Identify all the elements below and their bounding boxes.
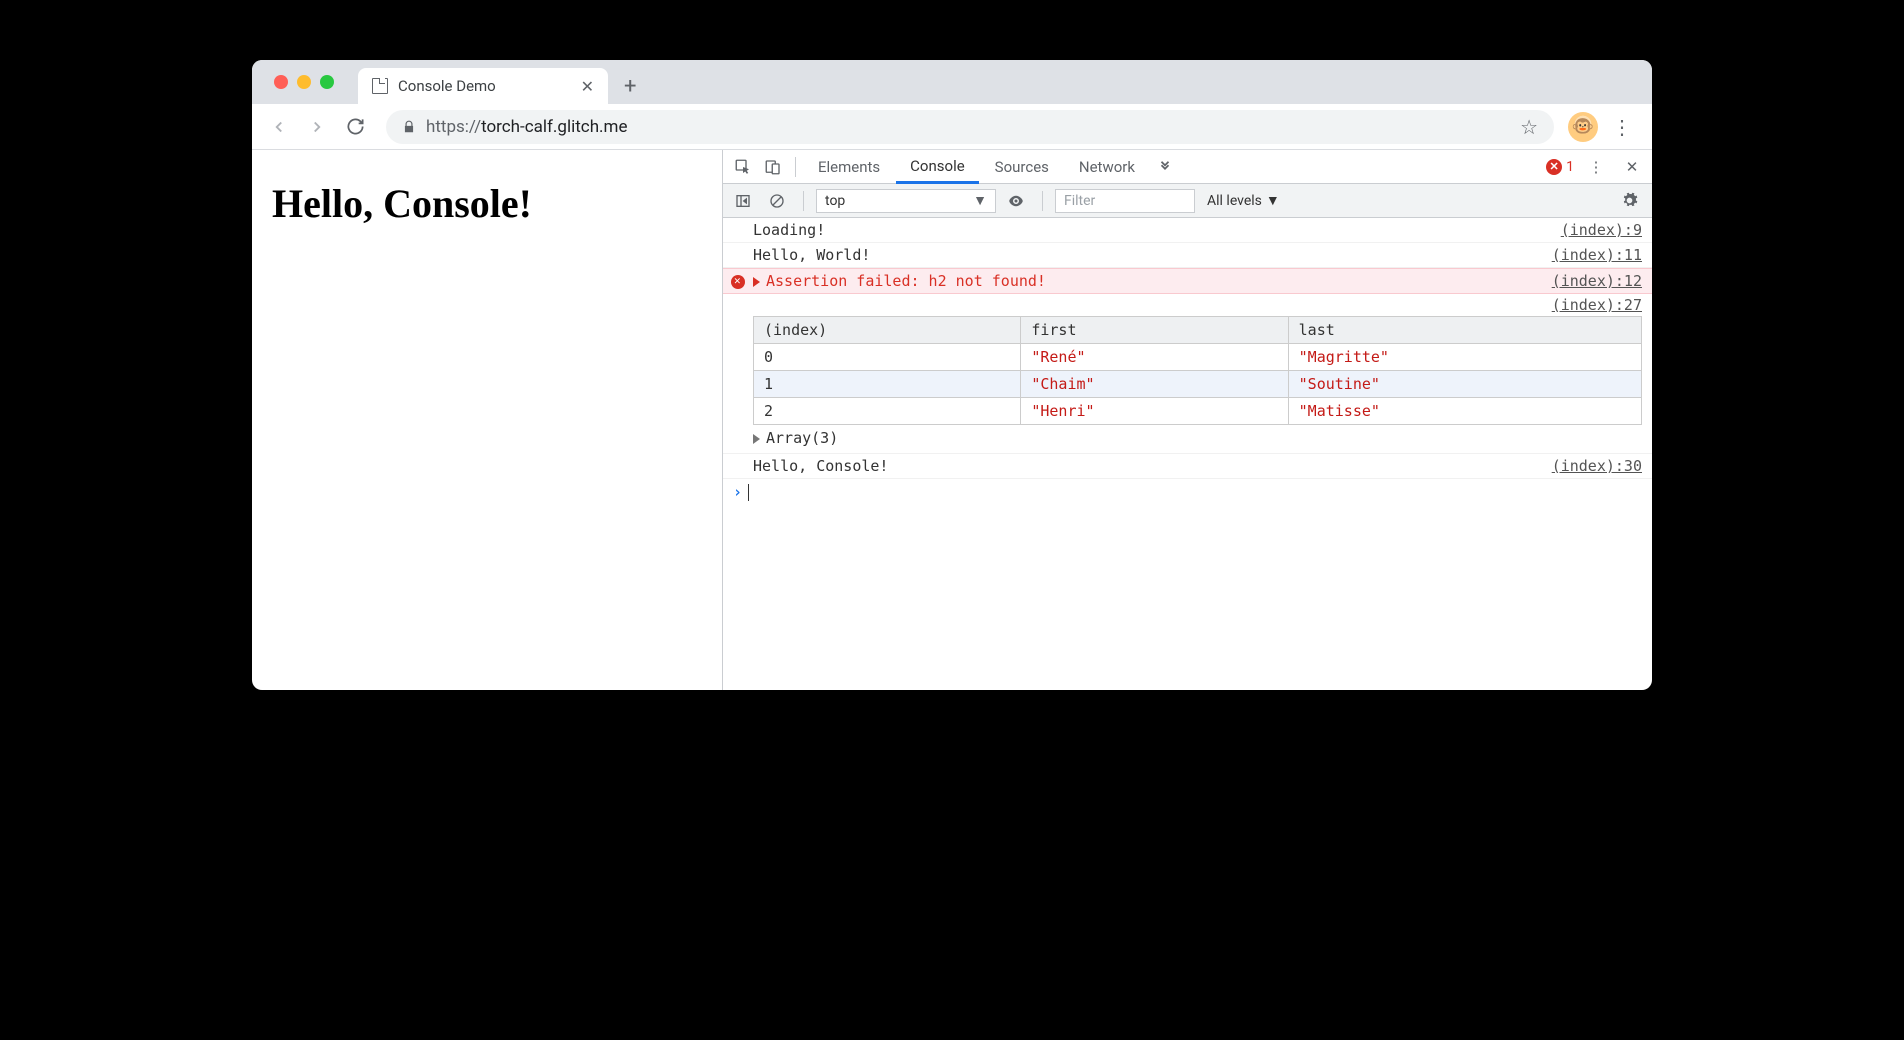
source-link[interactable]: (index):27 xyxy=(1552,296,1642,314)
clear-console-button[interactable] xyxy=(763,187,791,215)
page-heading: Hello, Console! xyxy=(272,180,702,227)
file-icon xyxy=(372,78,388,94)
devtools-panel: Elements Console Sources Network ✕ 1 ⋮ ✕ xyxy=(722,150,1652,690)
device-toolbar-button[interactable] xyxy=(759,153,787,181)
expand-triangle-icon[interactable] xyxy=(753,434,760,444)
back-button[interactable] xyxy=(262,110,296,144)
reload-button[interactable] xyxy=(338,110,372,144)
live-expression-button[interactable] xyxy=(1002,187,1030,215)
devtools-header: Elements Console Sources Network ✕ 1 ⋮ ✕ xyxy=(723,150,1652,184)
profile-avatar[interactable]: 🐵 xyxy=(1568,112,1598,142)
table-row[interactable]: 0 "René" "Magritte" xyxy=(754,344,1642,371)
source-link[interactable]: (index):30 xyxy=(1552,457,1642,475)
new-tab-button[interactable]: + xyxy=(608,68,652,104)
console-filter-bar: top ▼ Filter All levels ▼ xyxy=(723,184,1652,218)
error-icon: ✕ xyxy=(1546,159,1562,175)
error-icon: ✕ xyxy=(734,274,741,287)
content-area: Hello, Console! Elements Console Sources… xyxy=(252,150,1652,690)
more-tabs-button[interactable] xyxy=(1151,153,1179,181)
tab-elements[interactable]: Elements xyxy=(804,150,894,184)
table-header[interactable]: last xyxy=(1288,317,1641,344)
console-prompt[interactable]: › xyxy=(723,479,1652,505)
context-selector[interactable]: top ▼ xyxy=(816,189,996,213)
log-row[interactable]: Loading! (index):9 xyxy=(723,218,1652,243)
console-sidebar-toggle[interactable] xyxy=(729,187,757,215)
console-output: Loading! (index):9 Hello, World! (index)… xyxy=(723,218,1652,690)
chevron-down-icon: ▼ xyxy=(1266,192,1280,209)
filter-input[interactable]: Filter xyxy=(1055,189,1195,213)
log-row-error[interactable]: ✕ Assertion failed: h2 not found! (index… xyxy=(723,268,1652,294)
tab-strip: Console Demo ✕ + xyxy=(252,60,1652,104)
separator xyxy=(803,191,804,211)
console-settings-button[interactable] xyxy=(1613,192,1646,209)
devtools-menu-button[interactable]: ⋮ xyxy=(1582,153,1610,181)
tab-network[interactable]: Network xyxy=(1065,150,1149,184)
url-text: https://torch-calf.glitch.me xyxy=(426,117,627,137)
close-tab-button[interactable]: ✕ xyxy=(581,77,594,96)
source-link[interactable]: (index):11 xyxy=(1552,246,1642,264)
minimize-window-button[interactable] xyxy=(297,75,311,89)
separator xyxy=(795,157,796,177)
text-cursor xyxy=(748,484,749,501)
array-summary[interactable]: Array(3) xyxy=(753,425,1642,451)
lock-icon xyxy=(402,120,416,134)
log-levels-selector[interactable]: All levels ▼ xyxy=(1201,192,1286,209)
bookmark-star-icon[interactable]: ☆ xyxy=(1520,115,1538,139)
separator xyxy=(1042,191,1043,211)
table-row[interactable]: 1 "Chaim" "Soutine" xyxy=(754,371,1642,398)
tab-console[interactable]: Console xyxy=(896,150,979,184)
console-table: (index) first last 0 "René" "Magritte" xyxy=(753,316,1642,425)
window-controls xyxy=(264,60,344,104)
expand-triangle-icon[interactable] xyxy=(753,277,760,287)
close-window-button[interactable] xyxy=(274,75,288,89)
tab-sources[interactable]: Sources xyxy=(981,150,1063,184)
inspect-element-button[interactable] xyxy=(729,153,757,181)
browser-tab[interactable]: Console Demo ✕ xyxy=(358,68,608,104)
tab-title: Console Demo xyxy=(398,77,496,95)
browser-toolbar: https://torch-calf.glitch.me ☆ 🐵 ⋮ xyxy=(252,104,1652,150)
browser-window: Console Demo ✕ + https://torch-calf.glit… xyxy=(252,60,1652,690)
table-header[interactable]: (index) xyxy=(754,317,1021,344)
forward-button[interactable] xyxy=(300,110,334,144)
error-count-badge[interactable]: ✕ 1 xyxy=(1546,159,1574,175)
source-link[interactable]: (index):12 xyxy=(1552,272,1642,290)
source-link[interactable]: (index):9 xyxy=(1561,221,1642,239)
browser-menu-button[interactable]: ⋮ xyxy=(1602,115,1642,139)
maximize-window-button[interactable] xyxy=(320,75,334,89)
table-row[interactable]: 2 "Henri" "Matisse" xyxy=(754,398,1642,425)
address-bar[interactable]: https://torch-calf.glitch.me ☆ xyxy=(386,110,1554,144)
log-row[interactable]: Hello, Console! (index):30 xyxy=(723,454,1652,479)
chevron-down-icon: ▼ xyxy=(973,192,987,209)
page-viewport: Hello, Console! xyxy=(252,150,722,690)
log-row-table: (index):27 (index) first last 0 xyxy=(723,294,1652,454)
prompt-caret-icon: › xyxy=(733,483,742,501)
log-row[interactable]: Hello, World! (index):11 xyxy=(723,243,1652,268)
table-header[interactable]: first xyxy=(1021,317,1288,344)
close-devtools-button[interactable]: ✕ xyxy=(1618,153,1646,181)
